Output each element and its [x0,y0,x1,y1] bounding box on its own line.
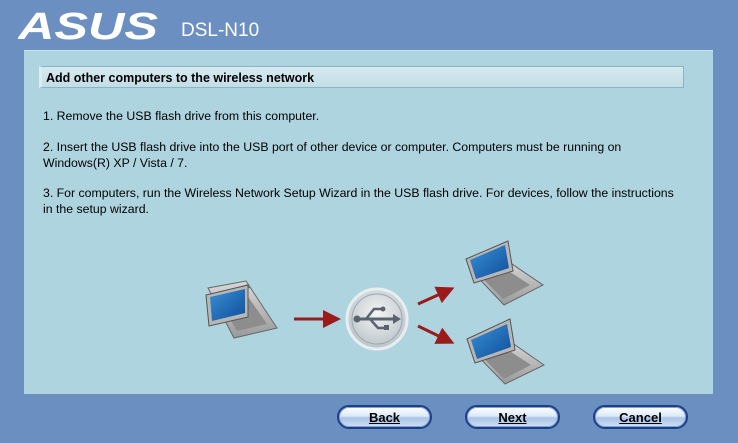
cancel-button[interactable]: Cancel [593,405,688,429]
brand-text: ASUS [18,9,158,41]
laptop-icon [466,318,545,385]
back-button[interactable]: Back [337,405,432,429]
asus-logo: ASUS [18,9,158,41]
next-button[interactable]: Next [465,405,560,429]
laptop-icon [465,240,544,306]
main-panel: Add other computers to the wireless netw… [24,50,713,394]
usb-icon [345,287,409,351]
model-name: DSL-N10 [181,20,260,41]
header: ASUS DSL-N10 [0,0,738,50]
arrow-to-laptop-bottom [417,324,455,344]
usb-transfer-illustration [205,240,545,385]
laptop-icon [205,280,278,339]
arrow-to-laptop-top [417,286,455,306]
